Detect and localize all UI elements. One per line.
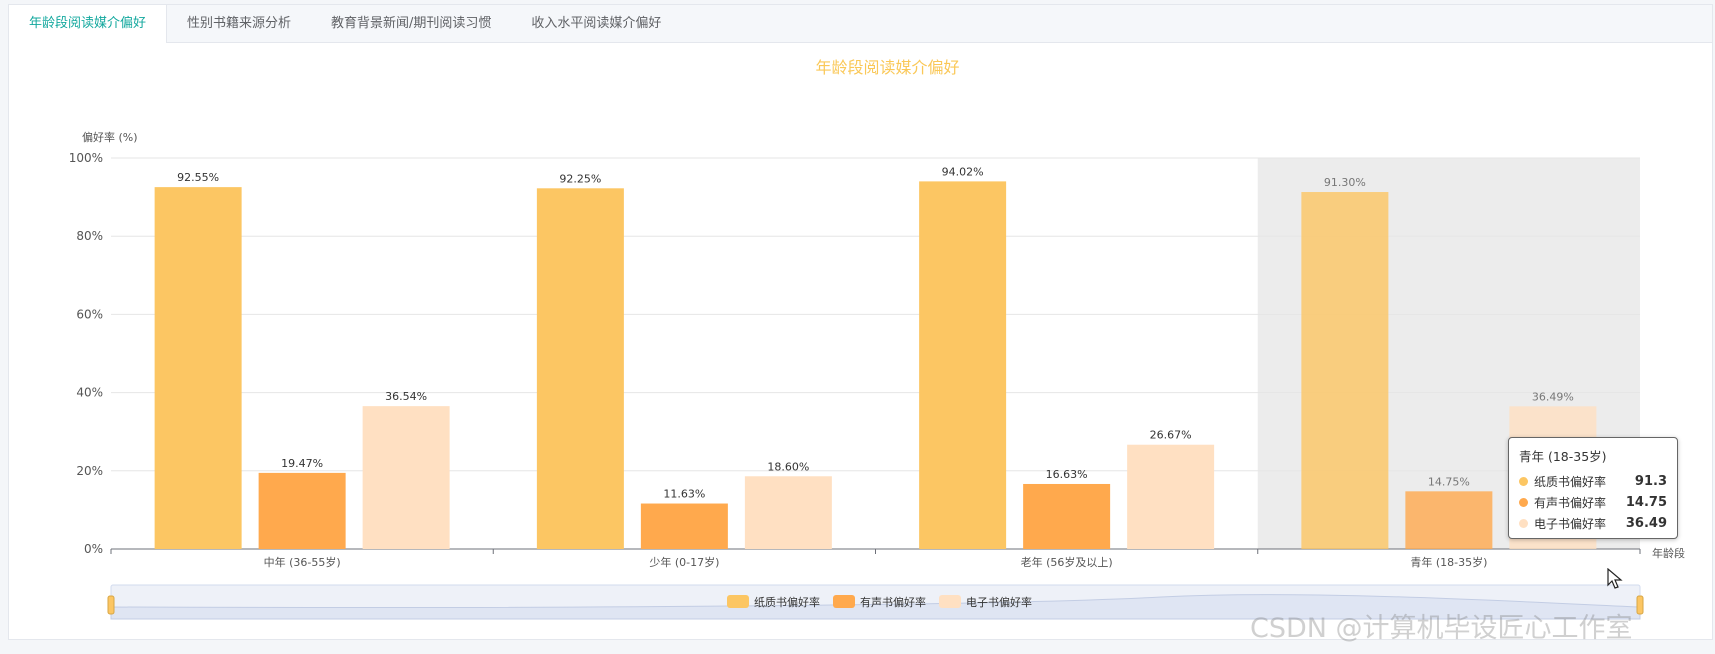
data-label: 91.30% (1324, 176, 1366, 189)
data-label: 92.55% (177, 171, 219, 184)
audio-dot-icon (1519, 498, 1528, 507)
x-tick-label: 中年 (36-55岁) (264, 555, 341, 569)
tooltip-row-audio: 有声书偏好率 14.75 (1519, 492, 1667, 513)
data-label: 11.63% (663, 488, 705, 501)
x-tick-label: 少年 (0-17岁) (649, 555, 719, 569)
y-tick-label: 40% (76, 386, 103, 400)
bar (744, 476, 832, 549)
tooltip-row-name: 电子书偏好率 (1534, 517, 1607, 531)
watermark: CSDN @计算机毕设匠心工作室 (1250, 613, 1633, 644)
legend-label: 电子书偏好率 (966, 595, 1032, 609)
mouse-cursor-icon (1607, 568, 1623, 589)
tooltip-row-value: 36.49 (1625, 516, 1667, 531)
data-label: 92.25% (559, 172, 601, 185)
y-tick-label: 60% (76, 307, 103, 321)
paper-dot-icon (1519, 477, 1528, 486)
bar (362, 406, 450, 549)
legend-swatch (727, 595, 749, 608)
bar (919, 181, 1007, 549)
chart-title: 年龄段阅读媒介偏好 (815, 58, 959, 77)
data-label: 36.49% (1532, 390, 1574, 403)
data-label: 36.54% (385, 390, 427, 403)
zoom-handle-left (107, 595, 115, 615)
data-label: 16.63% (1046, 468, 1088, 481)
tooltip-title: 青年 (18-35岁) (1519, 449, 1607, 464)
legend-label: 纸质书偏好率 (754, 595, 820, 609)
tooltip-row-value: 14.75 (1625, 495, 1667, 510)
bar (1127, 444, 1215, 549)
data-label: 14.75% (1428, 475, 1470, 488)
x-tick-label: 老年 (56岁及以上) (1021, 555, 1113, 569)
y-tick-label: 0% (84, 542, 103, 556)
bar (640, 503, 728, 549)
legend-swatch (939, 595, 961, 608)
data-label: 94.02% (942, 165, 984, 178)
ebook-dot-icon (1519, 519, 1528, 528)
data-label: 19.47% (281, 457, 323, 470)
y-axis-label: 偏好率 (%) (82, 130, 138, 144)
y-tick-label: 80% (76, 229, 103, 243)
bar (154, 187, 242, 549)
bar (1301, 192, 1389, 549)
x-tick-label: 青年 (18-35岁) (1410, 555, 1487, 569)
bar (1405, 491, 1493, 549)
x-axis-label: 年龄段 (1652, 546, 1685, 560)
tooltip-row-ebook: 电子书偏好率 36.49 (1519, 513, 1667, 534)
data-label: 26.67% (1150, 429, 1192, 442)
data-label: 18.60% (767, 460, 809, 473)
tooltip-row-paper: 纸质书偏好率 91.3 (1519, 471, 1667, 492)
bar (536, 188, 624, 550)
bar (258, 472, 346, 549)
y-tick-label: 20% (76, 464, 103, 478)
tooltip-row-name: 有声书偏好率 (1534, 496, 1607, 510)
tooltip-row-value: 91.3 (1634, 474, 1667, 489)
legend-label: 有声书偏好率 (860, 595, 926, 609)
bar-chart: 年龄段阅读媒介偏好偏好率 (%) 0% 20% 40% 60% 80% 100% 年龄段 92.… (69, 58, 1685, 620)
chart-tooltip: 青年 (18-35岁) 纸质书偏好率 91.3 有声书偏好率 14.75 电子书… (1508, 437, 1678, 539)
y-tick-label: 100% (69, 151, 103, 165)
zoom-handle-right (1636, 595, 1644, 615)
tooltip-row-name: 纸质书偏好率 (1534, 475, 1607, 489)
legend-swatch (833, 595, 855, 608)
bar (1023, 483, 1111, 549)
